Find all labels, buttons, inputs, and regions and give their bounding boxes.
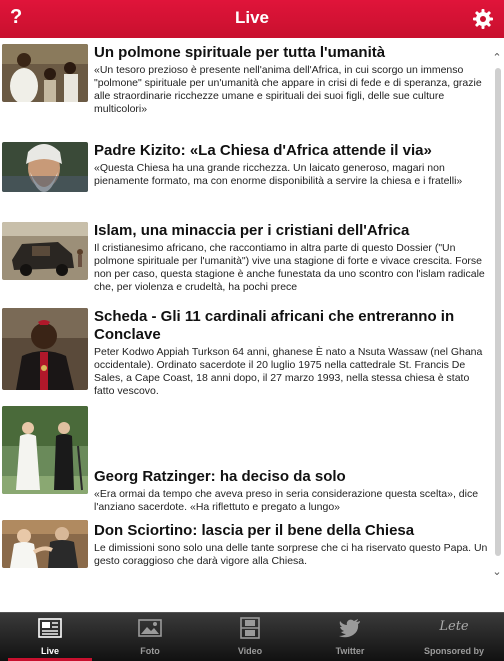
app-header: ? Live [0, 0, 504, 38]
tab-live[interactable]: Live [0, 613, 100, 661]
settings-button[interactable] [472, 8, 494, 30]
film-icon [240, 617, 260, 639]
article-summary: «Era ormai da tempo che aveva preso in s… [94, 488, 479, 513]
article-summary: «Questa Chiesa ha una grande ricchezza. … [94, 162, 463, 187]
article-title[interactable]: Un polmone spirituale per tutta l'umanit… [94, 44, 490, 62]
article-thumbnail [2, 406, 88, 494]
pope-and-brother-walking-photo [2, 406, 88, 494]
tab-twitter[interactable]: Twitter [300, 613, 400, 661]
article-title[interactable]: Islam, una minaccia per i cristiani dell… [94, 222, 490, 240]
tab-label: Live [40, 646, 59, 656]
twitter-bird-icon [339, 619, 360, 638]
bearded-priest-portrait-photo [2, 142, 88, 192]
scroll-down-icon[interactable]: ⌄ [491, 566, 503, 578]
cardinal-portrait-photo [2, 308, 88, 390]
article-item[interactable]: Islam, una minaccia per i cristiani dell… [0, 222, 490, 302]
news-list[interactable]: Un polmone spirituale per tutta l'umanit… [0, 38, 504, 612]
article-title[interactable]: Scheda - Gli 11 cardinali africani che e… [94, 308, 490, 344]
article-title[interactable]: Don Sciortino: lascia per il bene della … [94, 522, 490, 540]
article-thumbnail [2, 308, 88, 390]
sponsor-logo: Lete [439, 619, 469, 634]
bottom-tab-bar: Live Foto Video Twitter Lete Sponsored b… [0, 612, 504, 661]
newspaper-icon [38, 618, 62, 638]
tab-sponsor[interactable]: Lete Sponsored by [404, 613, 504, 661]
burned-vehicle-photo [2, 222, 88, 280]
photo-icon [138, 619, 162, 637]
tab-foto[interactable]: Foto [100, 613, 200, 661]
article-title[interactable]: Georg Ratzinger: ha deciso da solo [94, 468, 490, 486]
article-item[interactable]: Un polmone spirituale per tutta l'umanit… [0, 44, 490, 126]
missionary-with-children-photo [2, 44, 88, 102]
article-item[interactable]: Georg Ratzinger: ha deciso da solo «Era … [0, 406, 490, 513]
article-thumbnail [2, 142, 88, 192]
article-title[interactable]: Padre Kizito: «La Chiesa d'Africa attend… [94, 142, 490, 160]
scroll-up-icon[interactable]: ⌃ [491, 52, 503, 64]
article-thumbnail [2, 44, 88, 102]
article-summary: Peter Kodwo Appiah Turkson 64 anni, ghan… [94, 346, 483, 397]
article-summary: Il cristianesimo africano, che raccontia… [94, 242, 485, 293]
article-item[interactable]: Padre Kizito: «La Chiesa d'Africa attend… [0, 142, 490, 202]
pope-greeting-photo [2, 520, 88, 568]
tab-label: Sponsored by [423, 646, 484, 656]
article-summary: «Un tesoro prezioso è presente nell'anim… [94, 64, 482, 115]
article-thumbnail [2, 520, 88, 568]
gear-icon [473, 9, 493, 29]
page-title: Live [234, 8, 270, 27]
tab-label: Video [237, 646, 263, 656]
article-thumbnail [2, 222, 88, 280]
tab-label: Twitter [335, 646, 365, 656]
tab-label: Foto [140, 646, 160, 656]
scrollbar-thumb[interactable] [495, 68, 501, 556]
article-summary: Le dimissioni sono solo una delle tante … [94, 542, 488, 567]
article-item[interactable]: Scheda - Gli 11 cardinali africani che e… [0, 308, 490, 404]
tab-video[interactable]: Video [200, 613, 300, 661]
article-item[interactable]: Don Sciortino: lascia per il bene della … [0, 520, 490, 592]
